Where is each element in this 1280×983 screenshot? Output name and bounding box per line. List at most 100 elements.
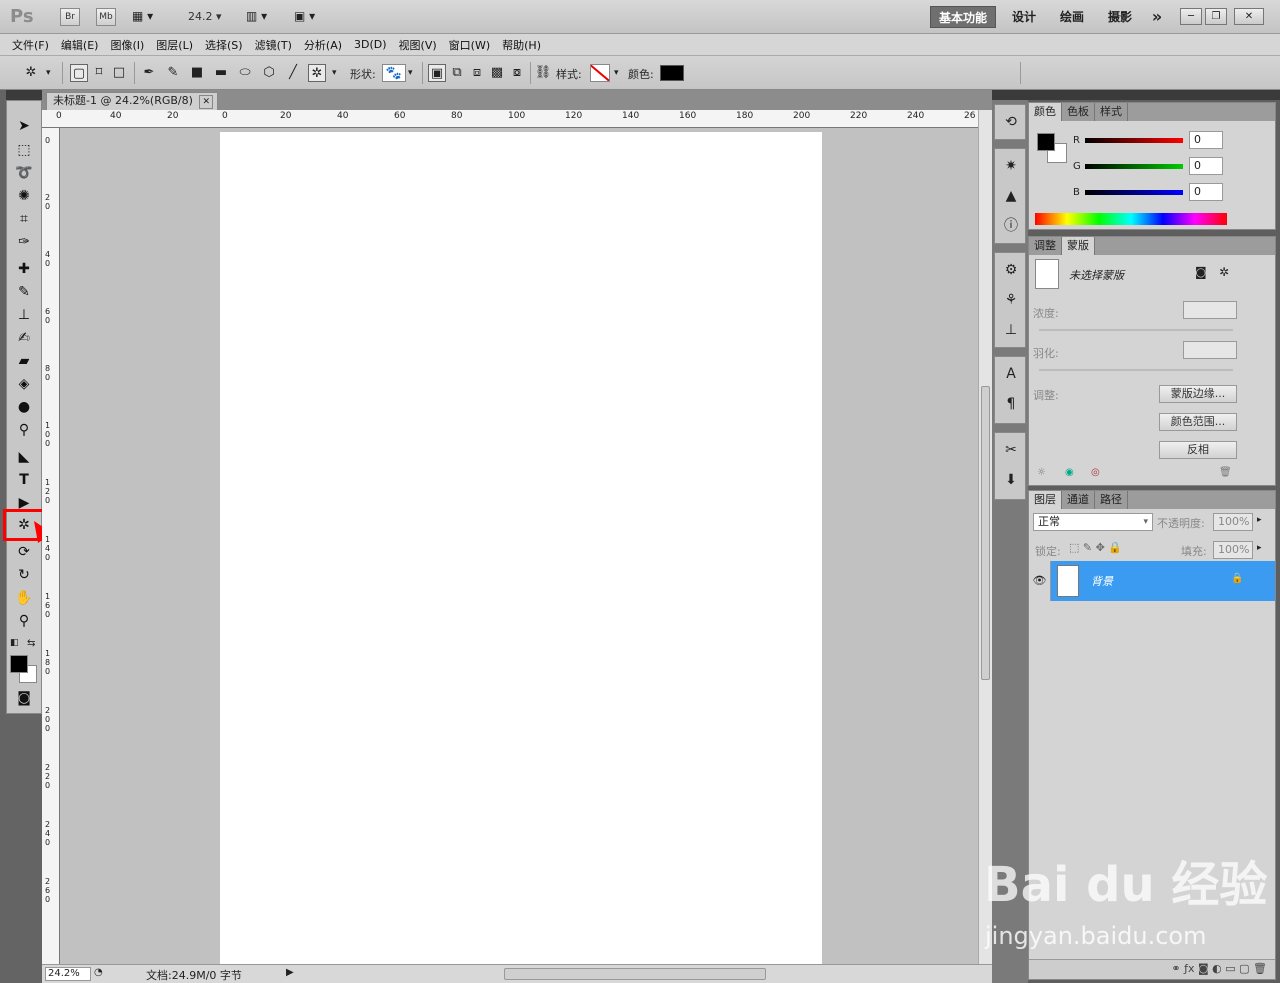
- fg-color-swatch[interactable]: [1037, 133, 1055, 151]
- restore-button[interactable]: ❐: [1205, 8, 1227, 25]
- navigator-icon[interactable]: ✷: [999, 155, 1023, 177]
- shape-picker-icon[interactable]: 🐾: [382, 64, 406, 82]
- menu-analysis[interactable]: 分析(A): [298, 37, 348, 53]
- brush-presets-icon[interactable]: ⚘: [999, 289, 1023, 311]
- ellipse-icon[interactable]: ⬭: [236, 64, 254, 82]
- blur-tool-icon[interactable]: ●: [11, 396, 37, 418]
- tab-adjustments[interactable]: 调整: [1029, 237, 1062, 255]
- healing-brush-tool-icon[interactable]: ✚: [11, 258, 37, 280]
- shape-layers-icon[interactable]: ▢: [70, 64, 88, 82]
- menu-select[interactable]: 选择(S): [199, 37, 249, 53]
- menu-view[interactable]: 视图(V): [393, 37, 443, 53]
- menu-3d[interactable]: 3D(D): [348, 38, 393, 51]
- fill-field[interactable]: 100%: [1213, 541, 1253, 559]
- delete-mask-icon[interactable]: 🗑: [1219, 467, 1232, 478]
- chevron-down-icon[interactable]: ▾: [614, 68, 619, 78]
- history-icon[interactable]: ⟲: [999, 111, 1023, 133]
- workspace-painting[interactable]: 绘画: [1052, 6, 1092, 28]
- menu-window[interactable]: 窗口(W): [443, 37, 496, 53]
- dodge-tool-icon[interactable]: ⚲: [11, 419, 37, 441]
- color-spectrum[interactable]: [1035, 213, 1227, 225]
- pen-tool-icon[interactable]: ◣: [11, 446, 37, 468]
- opacity-field[interactable]: 100%: [1213, 513, 1253, 531]
- custom-shape-icon[interactable]: ✲: [308, 64, 326, 82]
- opacity-arrow-icon[interactable]: ▸: [1257, 515, 1262, 525]
- rectangle-icon[interactable]: ■: [188, 64, 206, 82]
- blend-mode-select[interactable]: 正常 ▾: [1033, 513, 1153, 531]
- workspace-design[interactable]: 设计: [1004, 6, 1044, 28]
- invert-button[interactable]: 反相: [1159, 441, 1237, 459]
- close-button[interactable]: ✕: [1234, 8, 1264, 25]
- horizontal-scrollbar[interactable]: [504, 968, 766, 980]
- color-range-button[interactable]: 颜色范围...: [1159, 413, 1237, 431]
- workspace-essentials[interactable]: 基本功能: [930, 6, 996, 28]
- apply-mask-icon[interactable]: ◉: [1065, 467, 1074, 478]
- load-selection-icon[interactable]: ☼: [1037, 467, 1046, 478]
- status-menu-arrow-icon[interactable]: ▶: [286, 967, 294, 978]
- brush-tool-icon[interactable]: ✎: [11, 281, 37, 303]
- g-slider[interactable]: [1085, 164, 1183, 169]
- character-icon[interactable]: A: [999, 363, 1023, 385]
- foreground-color-swatch[interactable]: [10, 655, 28, 673]
- line-icon[interactable]: ╱: [284, 64, 302, 82]
- bridge-button[interactable]: Br: [60, 8, 80, 26]
- density-field[interactable]: [1183, 301, 1237, 319]
- rounded-rectangle-icon[interactable]: ▬: [212, 64, 230, 82]
- feather-slider[interactable]: [1039, 369, 1233, 371]
- paths-icon[interactable]: ⌑: [90, 64, 108, 82]
- marquee-tool-icon[interactable]: ⬚: [11, 139, 37, 161]
- b-slider[interactable]: [1085, 190, 1183, 195]
- view-extras-icon[interactable]: ▦ ▾: [132, 9, 153, 23]
- link-icon[interactable]: ⛓: [534, 64, 552, 82]
- info-icon[interactable]: ⓘ: [999, 215, 1023, 237]
- brushes-icon[interactable]: ⚙: [999, 259, 1023, 281]
- tab-swatches[interactable]: 色板: [1062, 103, 1095, 121]
- g-value[interactable]: 0: [1189, 157, 1223, 175]
- scroll-thumb[interactable]: [981, 386, 990, 680]
- zoom-level[interactable]: 24.2 ▾: [188, 10, 222, 23]
- freeform-pen-icon[interactable]: ✎: [164, 64, 182, 82]
- history-brush-tool-icon[interactable]: ✍: [11, 327, 37, 349]
- combine-subtract-icon[interactable]: ⧈: [468, 64, 486, 82]
- arrange-documents-icon[interactable]: ▥ ▾: [246, 9, 267, 23]
- r-slider[interactable]: [1085, 138, 1183, 143]
- eye-icon[interactable]: 👁: [1029, 561, 1051, 601]
- fill-arrow-icon[interactable]: ▸: [1257, 543, 1262, 553]
- type-tool-icon[interactable]: T: [11, 469, 37, 491]
- lock-icons[interactable]: ⬚ ✎ ✥ 🔒: [1069, 541, 1122, 554]
- b-value[interactable]: 0: [1189, 183, 1223, 201]
- menu-filter[interactable]: 滤镜(T): [249, 37, 298, 53]
- menu-layer[interactable]: 图层(L): [150, 37, 199, 53]
- tool-presets-icon[interactable]: ✂: [999, 439, 1023, 461]
- vertical-scrollbar[interactable]: [978, 110, 992, 964]
- shape-color-swatch[interactable]: [660, 65, 684, 81]
- combine-new-icon[interactable]: ▣: [428, 64, 446, 82]
- minibridge-button[interactable]: Mb: [96, 8, 116, 26]
- more-workspaces-icon[interactable]: »: [1146, 6, 1168, 28]
- feather-field[interactable]: [1183, 341, 1237, 359]
- layer-row-background[interactable]: 👁 背景 🔒: [1029, 561, 1275, 601]
- chevron-down-icon[interactable]: ▾: [332, 68, 337, 78]
- fill-pixels-icon[interactable]: □: [110, 64, 128, 82]
- close-tab-icon[interactable]: ✕: [199, 95, 213, 109]
- eraser-tool-icon[interactable]: ▰: [11, 350, 37, 372]
- clone-source-icon[interactable]: ⊥: [999, 319, 1023, 341]
- crop-tool-icon[interactable]: ⌗: [11, 208, 37, 230]
- combine-exclude-icon[interactable]: ⧇: [508, 64, 526, 82]
- eyedropper-tool-icon[interactable]: ✑: [11, 231, 37, 253]
- tab-masks[interactable]: 蒙版: [1062, 237, 1095, 255]
- menu-edit[interactable]: 编辑(E): [55, 37, 105, 53]
- tab-color[interactable]: 颜色: [1029, 103, 1062, 121]
- clone-stamp-tool-icon[interactable]: ⊥: [11, 304, 37, 326]
- workspace-photography[interactable]: 摄影: [1100, 6, 1140, 28]
- polygon-icon[interactable]: ⬡: [260, 64, 278, 82]
- tab-layers[interactable]: 图层: [1029, 491, 1062, 509]
- screen-mode-icon[interactable]: ▣ ▾: [294, 9, 315, 23]
- magic-wand-tool-icon[interactable]: ✺: [11, 185, 37, 207]
- tool-preset-icon[interactable]: ✲: [22, 64, 40, 82]
- document-canvas[interactable]: [220, 132, 822, 964]
- minimize-button[interactable]: ─: [1180, 8, 1202, 25]
- mask-edge-button[interactable]: 蒙版边缘...: [1159, 385, 1237, 403]
- 3d-panel-icon[interactable]: ⬇: [999, 469, 1023, 491]
- lasso-tool-icon[interactable]: ➰: [11, 162, 37, 184]
